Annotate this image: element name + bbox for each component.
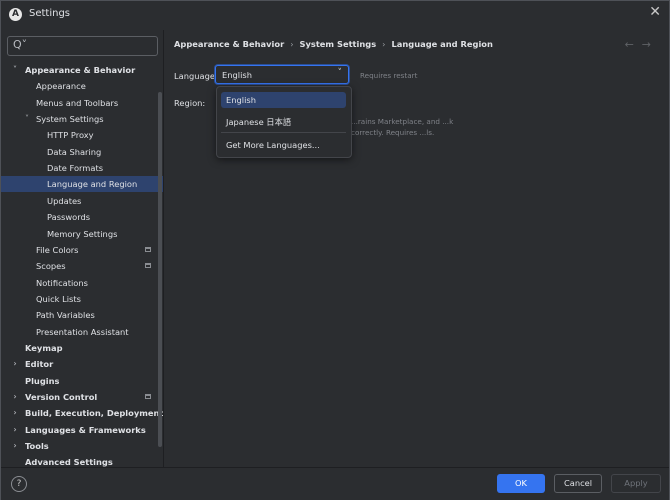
sidebar-item-memory-settings[interactable]: Memory Settings — [1, 226, 163, 242]
sidebar-item-advanced-settings[interactable]: Advanced Settings — [1, 454, 163, 467]
sidebar-item-build-execution-deployment[interactable]: › Build, Execution, Deployment — [1, 405, 163, 421]
sidebar-item-appearance[interactable]: Appearance — [1, 78, 163, 94]
option-label: Get More Languages... — [226, 140, 320, 150]
sidebar-item-label: Menus and Toolbars — [36, 97, 119, 108]
sidebar-item-label: Memory Settings — [47, 228, 118, 239]
language-select-value: English — [222, 70, 252, 80]
sidebar-item-language-and-region[interactable]: Language and Region — [1, 176, 163, 193]
forward-arrow-icon[interactable]: → — [642, 38, 659, 51]
sidebar-item-label: Languages & Frameworks — [25, 424, 146, 435]
window-title: Settings — [29, 8, 71, 19]
sidebar-item-label: Appearance & Behavior — [25, 65, 136, 75]
chevron-right-icon[interactable]: › — [11, 405, 19, 421]
sidebar-item-languages-frameworks[interactable]: › Languages & Frameworks — [1, 422, 163, 438]
project-level-icon — [145, 246, 151, 252]
sidebar-item-label: Keymap — [25, 342, 63, 353]
sidebar-item-label: Updates — [47, 195, 82, 206]
breadcrumb-item[interactable]: Appearance & Behavior — [174, 39, 284, 49]
language-label: Language: — [174, 71, 218, 81]
sidebar-item-notifications[interactable]: Notifications — [1, 275, 163, 291]
ok-button[interactable]: OK — [497, 474, 545, 493]
sidebar-scrollbar[interactable] — [158, 92, 162, 447]
chevron-down-icon[interactable]: ˅ — [11, 62, 19, 78]
sidebar-item-label: Editor — [25, 359, 54, 370]
sidebar-item-label: Plugins — [25, 375, 60, 386]
language-dropdown-popup: English Japanese 日本語 Get More Languages.… — [216, 86, 352, 158]
sidebar-item-label: Passwords — [47, 212, 91, 223]
search-input[interactable]: Q˅ — [7, 36, 158, 56]
title-bar: A Settings ✕ — [1, 1, 669, 29]
sidebar-item-label: Language and Region — [47, 179, 138, 190]
language-option-japanese[interactable]: Japanese 日本語 — [221, 114, 346, 130]
sidebar-item-label: Presentation Assistant — [36, 326, 129, 337]
breadcrumb: Appearance & Behavior › System Settings › La… — [174, 39, 493, 49]
project-level-icon — [145, 394, 151, 399]
sidebar-item-version-control[interactable]: › Version Control — [1, 389, 163, 405]
breadcrumb-separator-icon: › — [382, 39, 386, 49]
back-arrow-icon[interactable]: ← — [625, 38, 642, 51]
chevron-right-icon[interactable]: › — [11, 356, 19, 372]
sidebar-item-plugins[interactable]: Plugins — [1, 373, 163, 389]
chevron-down-icon[interactable]: ˅ — [23, 111, 31, 127]
sidebar-item-editor[interactable]: › Editor — [1, 356, 163, 372]
sidebar-item-label: Tools — [25, 441, 49, 452]
sidebar-item-date-formats[interactable]: Date Formats — [1, 160, 163, 176]
help-button[interactable]: ? — [11, 476, 27, 492]
sidebar-item-label: Notifications — [36, 277, 88, 288]
sidebar-item-label: HTTP Proxy — [47, 130, 94, 141]
language-option-english[interactable]: English — [221, 92, 346, 108]
chevron-right-icon[interactable]: › — [11, 438, 19, 454]
settings-window: A Settings ✕ Q˅ ˅ Appearance & Behavior Ap… — [0, 0, 670, 500]
cancel-button[interactable]: Cancel — [554, 474, 602, 493]
settings-sidebar: Q˅ ˅ Appearance & Behavior Appearance Menus… — [1, 30, 163, 467]
sidebar-item-data-sharing[interactable]: Data Sharing — [1, 144, 163, 160]
dropdown-separator — [221, 132, 346, 133]
option-label: Japanese 日本語 — [226, 117, 292, 127]
app-logo-icon: A — [9, 8, 22, 21]
get-more-languages-option[interactable]: Get More Languages... — [221, 137, 346, 153]
sidebar-item-label: Build, Execution, Deployment — [25, 408, 163, 419]
sidebar-item-quick-lists[interactable]: Quick Lists — [1, 291, 163, 307]
requires-restart-note: Requires restart — [360, 71, 418, 80]
search-icon: Q˅ — [13, 38, 28, 51]
sidebar-item-label: Appearance — [36, 81, 86, 92]
sidebar-item-menus-and-toolbars[interactable]: Menus and Toolbars — [1, 95, 163, 111]
project-level-icon — [145, 263, 151, 269]
language-select[interactable]: English ˅ — [215, 65, 349, 84]
sidebar-item-file-colors[interactable]: File Colors — [1, 242, 163, 258]
sidebar-item-system-settings[interactable]: ˅ System Settings — [1, 111, 163, 127]
option-label: English — [226, 95, 256, 105]
sidebar-item-presentation-assistant[interactable]: Presentation Assistant — [1, 324, 163, 340]
chevron-right-icon[interactable]: › — [11, 422, 19, 438]
breadcrumb-separator-icon: › — [290, 39, 294, 49]
sidebar-item-label: Scopes — [36, 261, 66, 272]
sidebar-item-label: Path Variables — [36, 310, 95, 321]
breadcrumb-item: Language and Region — [391, 39, 493, 49]
sidebar-item-label: Date Formats — [47, 163, 104, 174]
sidebar-item-keymap[interactable]: Keymap — [1, 340, 163, 356]
sidebar-item-label: File Colors — [36, 244, 79, 255]
region-help-text: ...rains Marketplace, and ...k correctly… — [351, 117, 454, 137]
apply-button[interactable]: Apply — [611, 474, 661, 493]
chevron-right-icon[interactable]: › — [11, 389, 19, 405]
sidebar-item-label: Quick Lists — [36, 293, 81, 304]
sidebar-item-label: System Settings — [36, 114, 104, 125]
dialog-footer: ? OK Cancel Apply — [1, 467, 669, 500]
sidebar-item-http-proxy[interactable]: HTTP Proxy — [1, 127, 163, 143]
sidebar-item-label: Data Sharing — [47, 146, 102, 157]
sidebar-item-path-variables[interactable]: Path Variables — [1, 307, 163, 323]
sidebar-item-tools[interactable]: › Tools — [1, 438, 163, 454]
sidebar-item-label: Version Control — [25, 392, 98, 402]
chevron-down-icon: ˅ — [337, 68, 343, 78]
region-label: Region: — [174, 98, 206, 108]
sidebar-item-scopes[interactable]: Scopes — [1, 258, 163, 274]
breadcrumb-item[interactable]: System Settings — [300, 39, 377, 49]
sidebar-item-appearance-behavior[interactable]: ˅ Appearance & Behavior — [1, 62, 163, 78]
sidebar-item-label: Advanced Settings — [25, 457, 113, 467]
sidebar-item-updates[interactable]: Updates — [1, 193, 163, 209]
close-icon[interactable]: ✕ — [649, 4, 661, 20]
sidebar-item-passwords[interactable]: Passwords — [1, 209, 163, 225]
history-nav: ←→ — [625, 38, 659, 51]
